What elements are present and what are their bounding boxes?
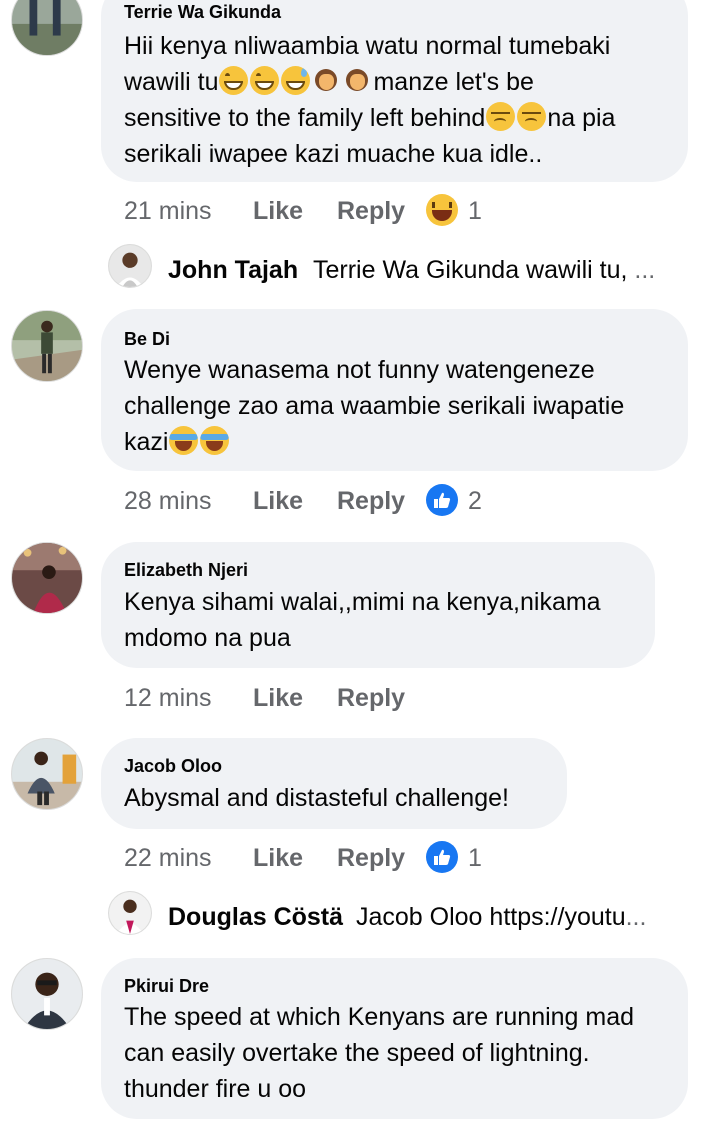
- comment-line: can easily overtake the speed of lightni…: [124, 1039, 590, 1067]
- comment-author[interactable]: Jacob Oloo: [124, 756, 222, 777]
- comment-line: Hii kenya nliwaambia watu normal tumebak…: [124, 32, 611, 60]
- comment-bubble: Pkirui Dre The speed at which Kenyans ar…: [101, 958, 688, 1119]
- comment-text: Kenya sihami walai,,mimi na kenya,nikama…: [124, 584, 639, 656]
- reply-author[interactable]: Douglas Cöstä: [168, 903, 343, 932]
- comment-line: challenge zao ama waambie serikali iwapa…: [124, 392, 625, 420]
- comment-line: Abysmal and distasteful challenge!: [124, 784, 509, 812]
- comment-author[interactable]: Terrie Wa Gikunda: [124, 2, 281, 23]
- comment-author[interactable]: Pkirui Dre: [124, 976, 209, 997]
- comment-bubble: Be Di Wenye wanasema not funny watengene…: [101, 309, 688, 471]
- reply-button[interactable]: Reply: [337, 844, 405, 873]
- comment-text: Hii kenya nliwaambia watu normal tumebak…: [124, 28, 672, 172]
- reply-preview-text[interactable]: Jacob Oloo https://youtu...: [356, 903, 646, 932]
- comment-line: wawili tu manze let's be: [124, 66, 534, 96]
- comment-text: The speed at which Kenyans are running m…: [124, 999, 672, 1107]
- comment-bubble: Elizabeth Njeri Kenya sihami walai,,mimi…: [101, 542, 655, 668]
- reply-button[interactable]: Reply: [337, 197, 405, 226]
- grinning-sweat-emoji-icon: [219, 66, 249, 95]
- disappointed-emoji-icon: [486, 102, 516, 131]
- comment-text: Wenye wanasema not funny watengeneze cha…: [124, 352, 672, 460]
- reply-button[interactable]: Reply: [337, 487, 405, 516]
- haha-icon[interactable]: [426, 194, 458, 226]
- like-button[interactable]: Like: [253, 684, 303, 713]
- grinning-sweat-emoji-icon: [281, 66, 311, 95]
- avatar[interactable]: [11, 0, 83, 56]
- avatar[interactable]: [108, 244, 152, 288]
- reaction-count[interactable]: 1: [468, 197, 482, 226]
- comment-bubble: Jacob Oloo Abysmal and distasteful chall…: [101, 738, 567, 829]
- facepalm-emoji-icon: [343, 66, 372, 95]
- avatar[interactable]: [11, 738, 83, 810]
- comment-line: Kenya sihami walai,,mimi na kenya,nikama: [124, 588, 601, 616]
- crying-laughing-emoji-icon: [200, 426, 230, 455]
- reaction-count[interactable]: 2: [468, 487, 482, 516]
- avatar[interactable]: [108, 891, 152, 935]
- comment-line: Wenye wanasema not funny watengeneze: [124, 356, 595, 384]
- comment-line: sensitive to the family left behind na pi…: [124, 102, 616, 132]
- grinning-sweat-emoji-icon: [250, 66, 280, 95]
- comment-line: mdomo na pua: [124, 624, 291, 652]
- crying-laughing-emoji-icon: [169, 426, 199, 455]
- comment-line: thunder fire u oo: [124, 1075, 307, 1103]
- facepalm-emoji-icon: [312, 66, 341, 95]
- like-button[interactable]: Like: [253, 844, 303, 873]
- reply-button[interactable]: Reply: [337, 684, 405, 713]
- comment-text: Abysmal and distasteful challenge!: [124, 780, 551, 816]
- avatar[interactable]: [11, 310, 83, 382]
- reply-author[interactable]: John Tajah: [168, 256, 298, 285]
- comment-line: The speed at which Kenyans are running m…: [124, 1003, 635, 1031]
- comment-author[interactable]: Elizabeth Njeri: [124, 560, 248, 581]
- like-button[interactable]: Like: [253, 197, 303, 226]
- like-icon[interactable]: [426, 484, 458, 516]
- like-icon[interactable]: [426, 841, 458, 873]
- comment-time: 12 mins: [124, 684, 212, 712]
- disappointed-emoji-icon: [517, 102, 547, 131]
- like-button[interactable]: Like: [253, 487, 303, 516]
- comment-line: kazi: [124, 424, 672, 460]
- comment-time: 28 mins: [124, 487, 212, 515]
- comment-bubble: Terrie Wa Gikunda Hii kenya nliwaambia w…: [101, 0, 688, 182]
- avatar[interactable]: [11, 958, 83, 1030]
- comment-time: 21 mins: [124, 197, 212, 225]
- avatar[interactable]: [11, 542, 83, 614]
- comment-line: serikali iwapee kazi muache kua idle..: [124, 140, 543, 168]
- comment-author[interactable]: Be Di: [124, 329, 170, 350]
- reaction-count[interactable]: 1: [468, 844, 482, 873]
- comment-time: 22 mins: [124, 844, 212, 872]
- reply-preview-text[interactable]: Terrie Wa Gikunda wawili tu, ...: [313, 256, 655, 285]
